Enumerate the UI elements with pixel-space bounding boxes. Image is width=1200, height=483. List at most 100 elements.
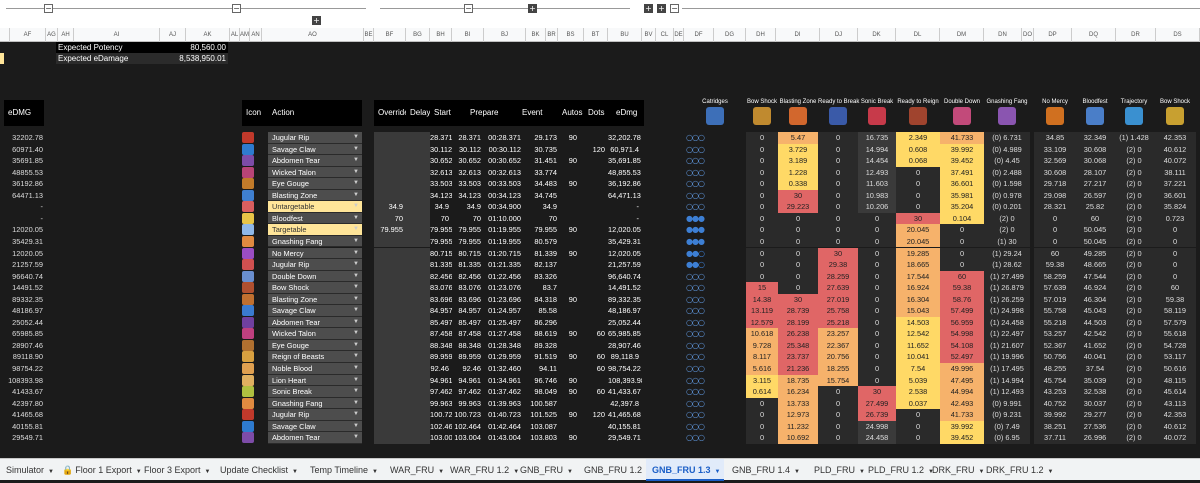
- table-row[interactable]: 89332.35 Blasting Zone ▼ 83.696 83.696 01:23.…: [0, 293, 1200, 306]
- delay-cell[interactable]: [406, 397, 430, 410]
- override-cell[interactable]: 34.9: [374, 201, 406, 213]
- column-letter[interactable]: BS: [558, 28, 584, 42]
- dropdown-arrow-icon[interactable]: ▼: [353, 259, 359, 270]
- override-cell[interactable]: [374, 328, 406, 340]
- dropdown-arrow-icon[interactable]: ▼: [353, 375, 359, 386]
- table-row[interactable]: 48855.53 Wicked Talon ▼ 32.613 32.613 00:32.6…: [0, 166, 1200, 179]
- column-letter[interactable]: DQ: [1072, 28, 1116, 42]
- table-row[interactable]: 40155.81 Savage Claw ▼ 102.464102.464 01:42.…: [0, 420, 1200, 433]
- column-letter[interactable]: DE: [674, 28, 684, 42]
- column-letter[interactable]: BG: [406, 28, 430, 42]
- column-letter[interactable]: AO: [262, 28, 364, 42]
- column-letter[interactable]: [0, 28, 10, 42]
- dropdown-arrow-icon[interactable]: ▼: [353, 294, 359, 305]
- action-cell[interactable]: Savage Claw ▼: [268, 143, 362, 156]
- column-letter[interactable]: DG: [714, 28, 746, 42]
- collapse-group-button[interactable]: −: [232, 4, 241, 13]
- action-cell[interactable]: Jugular Rip ▼: [268, 132, 362, 144]
- column-letter[interactable]: DH: [746, 28, 776, 42]
- override-cell[interactable]: [374, 420, 406, 433]
- delay-cell[interactable]: [406, 351, 430, 363]
- delay-cell[interactable]: [406, 259, 430, 271]
- delay-cell[interactable]: [406, 212, 430, 225]
- table-row[interactable]: 14491.52 Bow Shock ▼ 83.076 83.076 01:23.076 8…: [0, 282, 1200, 294]
- action-cell[interactable]: Wicked Talon ▼: [268, 328, 362, 340]
- expand-group-button[interactable]: +: [528, 4, 537, 13]
- collapse-group-button[interactable]: −: [464, 4, 473, 13]
- override-cell[interactable]: [374, 374, 406, 387]
- column-letter[interactable]: BU: [608, 28, 642, 42]
- chevron-down-icon[interactable]: ▼: [292, 469, 298, 475]
- column-letter[interactable]: BJ: [484, 28, 526, 42]
- column-letter[interactable]: DL: [896, 28, 940, 42]
- chevron-down-icon[interactable]: ▼: [48, 469, 54, 475]
- action-cell[interactable]: Abdomen Tear ▼: [268, 155, 362, 167]
- sheet-tab[interactable]: GNB_FRU ▼: [514, 459, 574, 481]
- table-row[interactable]: 32202.78 Jugular Rip ▼ 28.371 28.371 00:28.37…: [0, 132, 1200, 144]
- column-letter[interactable]: AM: [240, 28, 250, 42]
- action-cell[interactable]: Eye Gouge ▼: [268, 339, 362, 352]
- column-letter[interactable]: AI: [74, 28, 160, 42]
- column-letter[interactable]: AF: [10, 28, 46, 42]
- action-cell[interactable]: Savage Claw ▼: [268, 305, 362, 317]
- collapse-group-button[interactable]: −: [670, 4, 679, 13]
- override-cell[interactable]: [374, 397, 406, 410]
- table-row[interactable]: 60971.40 Savage Claw ▼ 30.112 30.112 00:30.11…: [0, 143, 1200, 156]
- delay-cell[interactable]: [406, 363, 430, 375]
- column-letter[interactable]: DK: [858, 28, 896, 42]
- table-row[interactable]: 28907.46 Eye Gouge ▼ 88.348 88.348 01:28.348 8…: [0, 339, 1200, 352]
- sheet-tab[interactable]: GNB_FRU 1.4 ▼: [726, 459, 802, 481]
- action-cell[interactable]: Jugular Rip ▼: [268, 259, 362, 271]
- delay-cell[interactable]: [406, 328, 430, 340]
- column-letter[interactable]: BH: [430, 28, 452, 42]
- action-cell[interactable]: Double Down ▼: [268, 270, 362, 283]
- delay-cell[interactable]: [406, 374, 430, 387]
- action-cell[interactable]: Reign of Beasts ▼: [268, 351, 362, 363]
- table-row[interactable]: 41433.67 Sonic Break ▼ 97.462 97.462 01:37.46…: [0, 386, 1200, 398]
- table-row[interactable]: 12020.05 Targetable ▼ 79.955 79.955 79.955 01:…: [0, 224, 1200, 236]
- override-cell[interactable]: [374, 132, 406, 144]
- column-letter[interactable]: BK: [526, 28, 546, 42]
- delay-cell[interactable]: [406, 316, 430, 329]
- table-row[interactable]: 25052.44 Abdomen Tear ▼ 85.497 85.497 01:25.4…: [0, 316, 1200, 329]
- dropdown-arrow-icon[interactable]: ▼: [353, 144, 359, 155]
- chevron-down-icon[interactable]: ▼: [372, 469, 378, 475]
- override-cell[interactable]: [374, 143, 406, 156]
- dropdown-arrow-icon[interactable]: ▼: [353, 432, 359, 443]
- table-row[interactable]: 98754.22 Noble Blood ▼ 92.46 92.46 01:32.460 9…: [0, 363, 1200, 375]
- table-row[interactable]: 41465.68 Jugular Rip ▼ 100.723100.723 01:40.…: [0, 409, 1200, 421]
- action-cell[interactable]: Gnashing Fang ▼: [268, 397, 362, 410]
- override-cell[interactable]: 79.955: [374, 224, 406, 236]
- override-cell[interactable]: [374, 282, 406, 294]
- override-cell[interactable]: [374, 259, 406, 271]
- action-cell[interactable]: Eye Gouge ▼: [268, 178, 362, 190]
- sheet-tab[interactable]: PLD_FRU 1.2 ▼: [862, 459, 934, 481]
- column-letter[interactable]: BV: [642, 28, 656, 42]
- sheet-tab[interactable]: GNB_FRU 1.3 ▼: [646, 459, 724, 481]
- dropdown-arrow-icon[interactable]: ▼: [353, 236, 359, 247]
- override-cell[interactable]: [374, 155, 406, 167]
- chevron-down-icon[interactable]: ▼: [1048, 469, 1054, 475]
- action-cell[interactable]: No Mercy ▼: [268, 247, 362, 260]
- column-letter[interactable]: AK: [186, 28, 230, 42]
- column-letter[interactable]: BT: [584, 28, 608, 42]
- column-letter[interactable]: AL: [230, 28, 240, 42]
- table-row[interactable]: 21257.59 Jugular Rip ▼ 81.335 81.335 01:21.33…: [0, 259, 1200, 271]
- override-cell[interactable]: [374, 189, 406, 202]
- override-cell[interactable]: [374, 316, 406, 329]
- column-letter[interactable]: DJ: [820, 28, 858, 42]
- chevron-down-icon[interactable]: ▼: [567, 469, 573, 475]
- delay-cell[interactable]: [406, 305, 430, 317]
- delay-cell[interactable]: [406, 178, 430, 190]
- sheet-tab[interactable]: Simulator ▼: [0, 459, 54, 481]
- delay-cell[interactable]: [406, 143, 430, 156]
- action-cell[interactable]: Blasting Zone ▼: [268, 293, 362, 306]
- column-letter[interactable]: AG: [46, 28, 58, 42]
- table-row[interactable]: 96640.74 Double Down ▼ 82.456 82.456 01:22.45…: [0, 270, 1200, 283]
- action-cell[interactable]: Abdomen Tear ▼: [268, 316, 362, 329]
- table-row[interactable]: 48186.97 Savage Claw ▼ 84.957 84.957 01:24.95…: [0, 305, 1200, 317]
- dropdown-arrow-icon[interactable]: ▼: [353, 305, 359, 316]
- sheet-tab[interactable]: 🔒 Floor 1 Export ▼: [56, 459, 142, 481]
- dropdown-arrow-icon[interactable]: ▼: [353, 248, 359, 259]
- action-cell[interactable]: Bloodfest ▼: [268, 212, 362, 225]
